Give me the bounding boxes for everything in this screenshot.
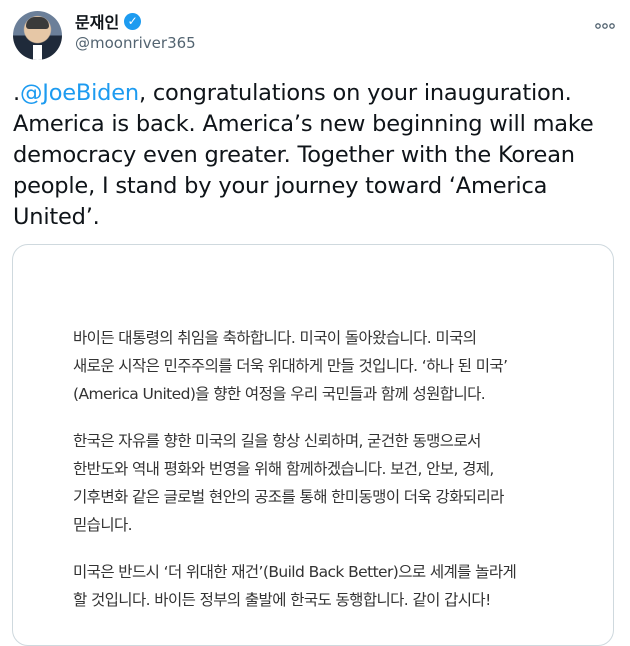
tweet-line: people, I stand by your journey toward ‘… <box>13 173 548 199</box>
letter-line: 믿습니다. <box>73 516 133 534</box>
letter-paragraph: 한국은 자유를 향한 미국의 길을 항상 신뢰하며, 굳건한 동맹으로서 한반도… <box>73 427 573 539</box>
ellipsis-icon <box>595 23 615 29</box>
author-display-name[interactable]: 문재인 <box>75 9 119 33</box>
letter-line: 할 것입니다. 바이든 정부의 출발에 한국도 동행합니다. 같이 갑시다! <box>73 591 491 609</box>
letter-paragraph: 미국은 반드시 ‘더 위대한 재건’(Build Back Better)으로 … <box>73 558 573 614</box>
letter-text: 바이든 대통령의 취임을 축하합니다. 미국이 돌아왔습니다. 미국의 새로운 … <box>73 324 573 633</box>
avatar-hair <box>26 17 49 29</box>
letter-line: 기후변화 같은 글로벌 현안의 공조를 통해 한미동맹이 더욱 강화되리라 <box>73 488 504 506</box>
letter-line: (America United)을 향한 여정을 우리 국민들과 함께 성원합니… <box>73 385 486 403</box>
avatar-shirt <box>33 45 42 60</box>
letter-line: 새로운 시작은 민주주의를 더욱 위대하게 만들 것입니다. ‘하나 된 미국’ <box>73 357 508 375</box>
letter-line: 바이든 대통령의 취임을 축하합니다. 미국이 돌아왔습니다. 미국의 <box>73 329 477 347</box>
letter-line: 미국은 반드시 ‘더 위대한 재건’(Build Back Better)으로 … <box>73 563 517 581</box>
tweet-media-image[interactable]: 바이든 대통령의 취임을 축하합니다. 미국이 돌아왔습니다. 미국의 새로운 … <box>12 244 614 646</box>
letter-line: 한국은 자유를 향한 미국의 길을 항상 신뢰하며, 굳건한 동맹으로서 <box>73 432 481 450</box>
verified-badge-icon: ✓ <box>124 12 142 30</box>
tweet-line-text: , congratulations on your inauguration. <box>138 80 572 106</box>
author-name-row: 문재인 ✓ <box>75 9 142 33</box>
tweet-line: .@JoeBiden, congratulations on your inau… <box>13 78 613 109</box>
letter-line: 한반도와 역내 평화와 번영을 위해 함께하겠습니다. 보건, 안보, 경제, <box>73 460 494 478</box>
tweet-line: America is back. America’s new beginning… <box>13 111 594 137</box>
letter-paragraph: 바이든 대통령의 취임을 축하합니다. 미국이 돌아왔습니다. 미국의 새로운 … <box>73 324 573 408</box>
mention-link[interactable]: @JoeBiden <box>20 80 139 106</box>
tweet: 문재인 ✓ @moonriver365 .@JoeBiden, congratu… <box>0 0 630 646</box>
avatar[interactable] <box>13 11 62 60</box>
tweet-text: .@JoeBiden, congratulations on your inau… <box>13 78 613 233</box>
more-options-icon[interactable] <box>594 13 616 34</box>
author-handle[interactable]: @moonriver365 <box>75 34 196 52</box>
tweet-line: democracy even greater. Together with th… <box>13 142 575 168</box>
tweet-line: United’. <box>13 204 100 230</box>
tweet-line-prefix: . <box>13 80 20 106</box>
